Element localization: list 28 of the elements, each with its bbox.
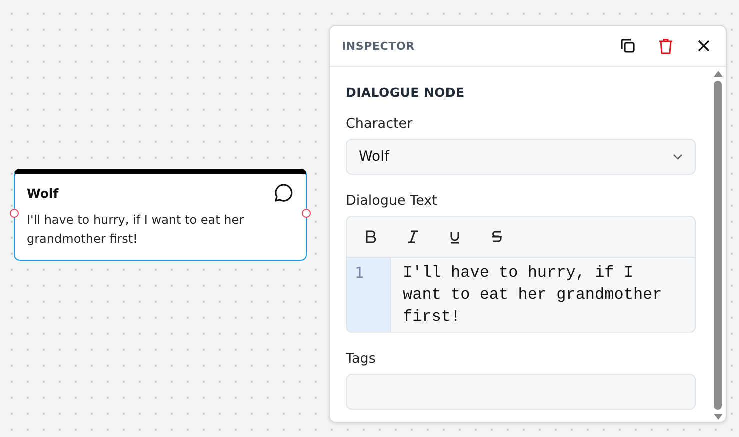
tags-field[interactable] xyxy=(346,374,696,410)
duplicate-button[interactable] xyxy=(618,36,638,56)
copy-icon xyxy=(620,38,636,54)
scroll-down-icon[interactable] xyxy=(714,414,722,420)
italic-icon xyxy=(406,230,420,244)
field-label: Dialogue Text xyxy=(346,193,438,209)
node-text: I'll have to hurry, if I want to eat her grandmother first! xyxy=(27,212,246,248)
trash-icon xyxy=(658,38,674,54)
dialogue-node[interactable]: Wolf I'll have to hurry, if I want to eat her grandmother first! xyxy=(14,169,307,261)
chevron-down-icon xyxy=(673,154,683,160)
strikethrough-icon xyxy=(490,230,504,244)
line-number: 1 xyxy=(347,258,391,332)
panel-title: INSPECTOR xyxy=(342,40,416,52)
underline-icon xyxy=(448,230,462,244)
node-character: Wolf xyxy=(27,186,59,200)
scroll-up-icon[interactable] xyxy=(714,71,722,77)
output-port[interactable] xyxy=(302,209,311,218)
bold-icon xyxy=(364,230,378,244)
section-heading: DIALOGUE NODE xyxy=(346,85,466,100)
close-icon xyxy=(698,40,710,52)
dialogue-text: I'll have to hurry, if I want to eat her grandmother first! xyxy=(402,263,664,328)
field-label: Character xyxy=(346,116,414,132)
character-dropdown[interactable]: Wolf xyxy=(346,139,696,175)
scrollbar-thumb[interactable] xyxy=(714,81,722,410)
text-editor[interactable]: 1 I'll have to hurry, if I want to eat her grandmother first! xyxy=(346,216,696,333)
speech-bubble-icon xyxy=(274,183,294,203)
input-port[interactable] xyxy=(10,209,19,218)
field-label: Tags xyxy=(346,351,377,367)
